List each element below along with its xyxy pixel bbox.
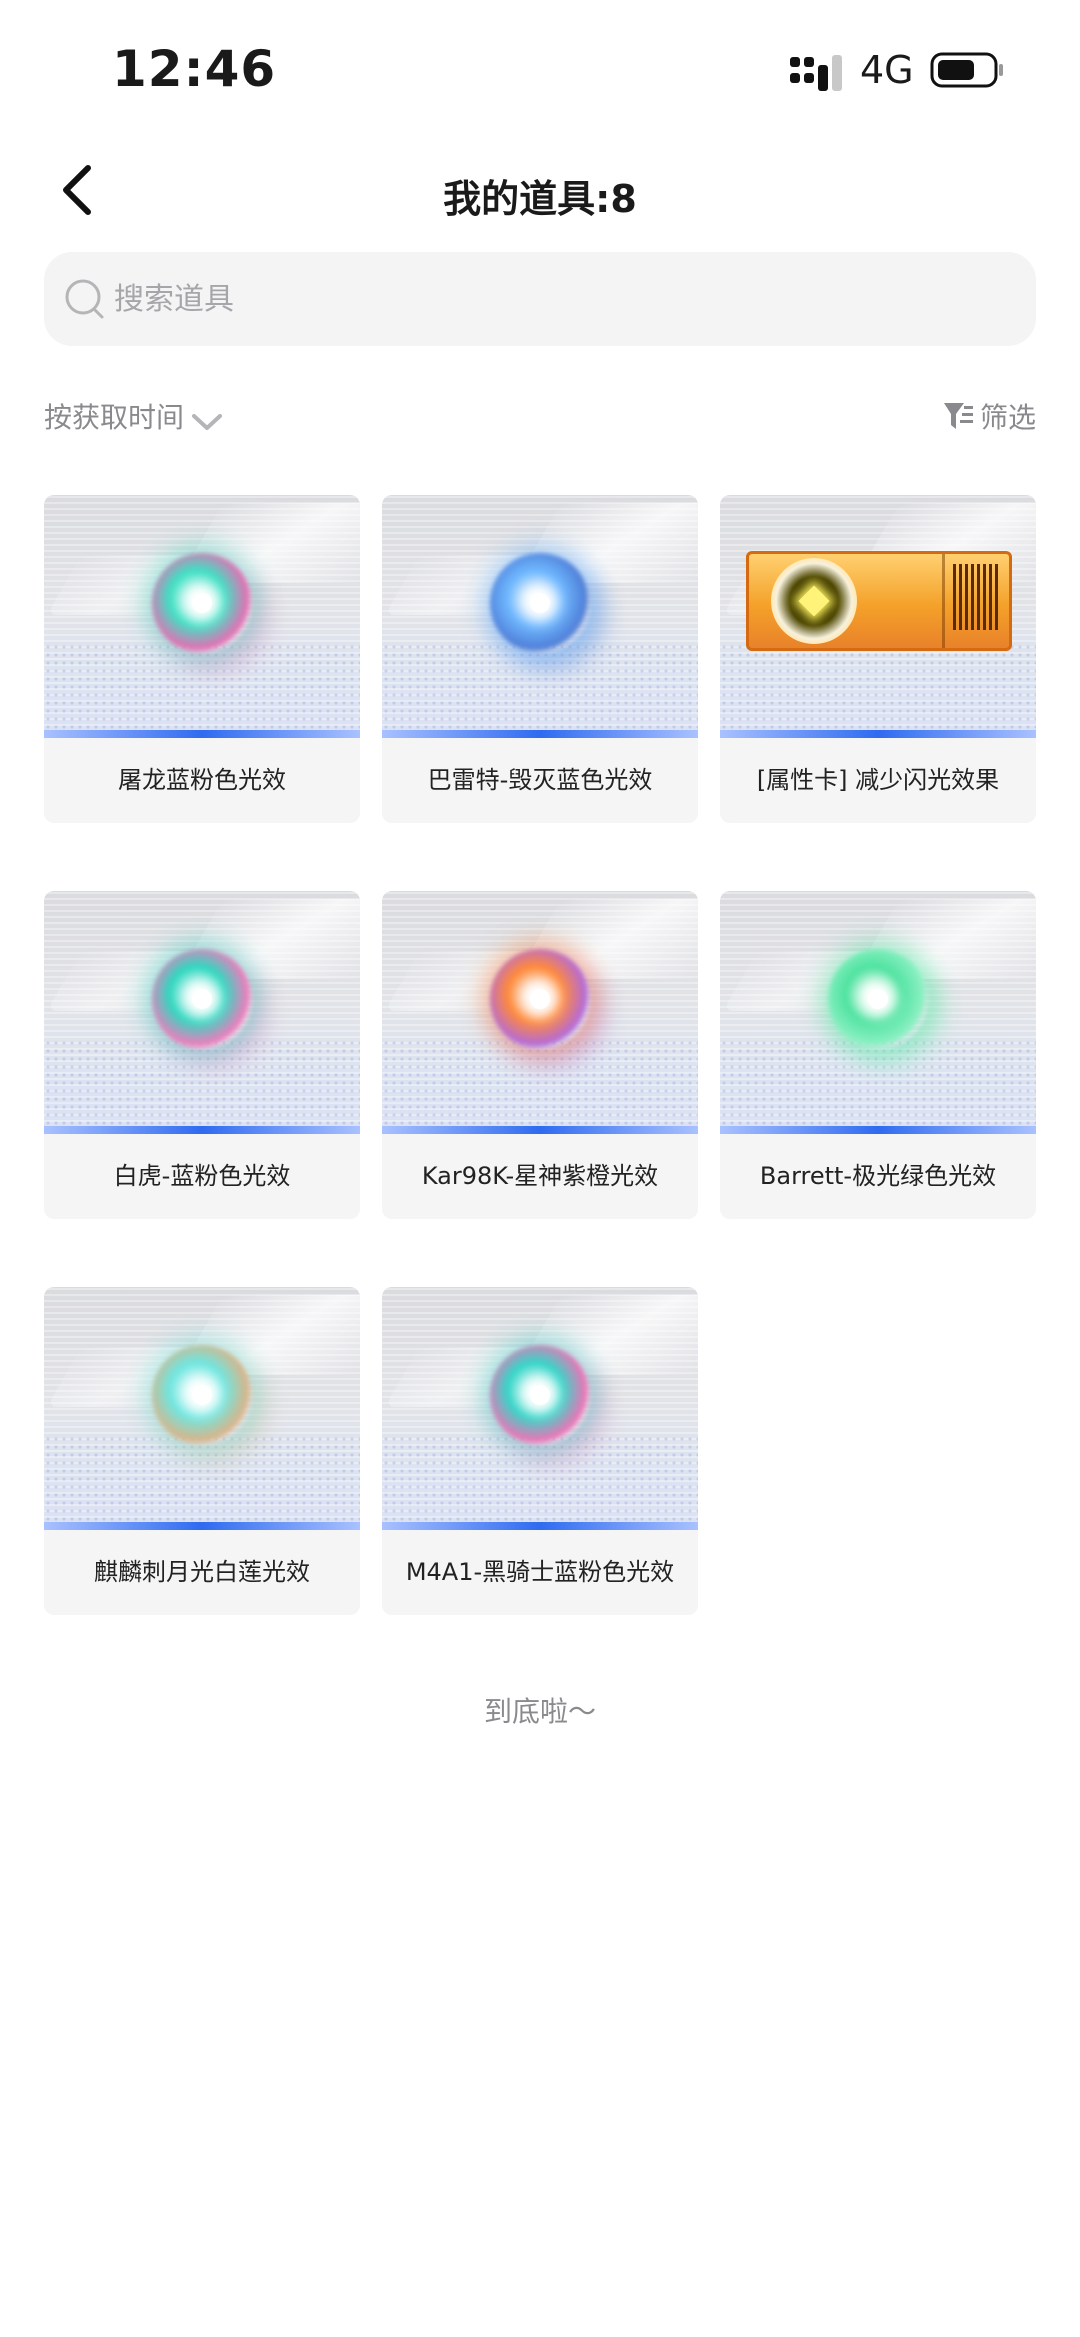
item-thumbnail — [720, 495, 1036, 738]
signal-icon — [790, 55, 842, 91]
item-card[interactable]: 麒麟刺月光白莲光效 — [44, 1287, 360, 1615]
item-name: 麒麟刺月光白莲光效 — [94, 1558, 310, 1586]
item-name: Kar98K-星神紫橙光效 — [421, 1162, 659, 1190]
glow-core — [530, 593, 550, 613]
item-card[interactable]: 屠龙蓝粉色光效 — [44, 495, 360, 823]
battery-icon — [930, 52, 1003, 88]
item-thumbnail — [44, 891, 360, 1134]
end-of-list-text: 到底啦～ — [483, 1695, 596, 1728]
item-card[interactable]: M4A1-黑骑士蓝粉色光效 — [382, 1287, 698, 1615]
filter-label: 筛选 — [979, 401, 1036, 434]
filter-button[interactable]: 筛选 — [942, 388, 1036, 444]
search-icon — [65, 279, 104, 319]
sort-dropdown[interactable]: 按获取时间 — [44, 388, 224, 444]
item-thumbnail — [44, 495, 360, 738]
item-name: 巴雷特-毁灭蓝色光效 — [427, 766, 653, 794]
item-card[interactable]: Kar98K-星神紫橙光效 — [382, 891, 698, 1219]
sort-filter-bar: 按获取时间 筛选 — [44, 388, 1036, 444]
item-thumbnail — [44, 1287, 360, 1530]
item-thumbnail — [720, 891, 1036, 1134]
glow-core — [530, 1385, 550, 1405]
network-label: 4G — [860, 48, 914, 92]
attribute-card-icon — [746, 551, 1012, 651]
glow-core — [192, 593, 212, 613]
glow-core — [192, 1385, 212, 1405]
item-name: M4A1-黑骑士蓝粉色光效 — [405, 1558, 675, 1586]
item-card[interactable]: Barrett-极光绿色光效 — [720, 891, 1036, 1219]
search-bar[interactable] — [44, 252, 1036, 346]
glow-core — [530, 989, 550, 1009]
status-time: 12:46 — [112, 40, 277, 98]
search-input[interactable] — [114, 272, 994, 326]
glow-core — [868, 989, 888, 1009]
sort-label: 按获取时间 — [44, 401, 185, 434]
item-name: 白虎-蓝粉色光效 — [113, 1162, 291, 1190]
glow-core — [192, 989, 212, 1009]
item-name: [属性卡] 减少闪光效果 — [756, 766, 1000, 794]
item-name: 屠龙蓝粉色光效 — [118, 766, 286, 794]
nav-bar: 我的道具:8 — [0, 150, 1080, 230]
item-card[interactable]: 白虎-蓝粉色光效 — [44, 891, 360, 1219]
item-name: Barrett-极光绿色光效 — [759, 1162, 997, 1190]
page-title: 我的道具:8 — [443, 177, 637, 221]
chevron-down-icon — [192, 414, 223, 430]
status-bar: 12:46 4G — [0, 0, 1080, 140]
item-card[interactable]: [属性卡] 减少闪光效果 — [720, 495, 1036, 823]
item-thumbnail — [382, 891, 698, 1134]
filter-icon — [943, 403, 973, 429]
item-thumbnail — [382, 1287, 698, 1530]
item-card[interactable]: 巴雷特-毁灭蓝色光效 — [382, 495, 698, 823]
item-thumbnail — [382, 495, 698, 738]
